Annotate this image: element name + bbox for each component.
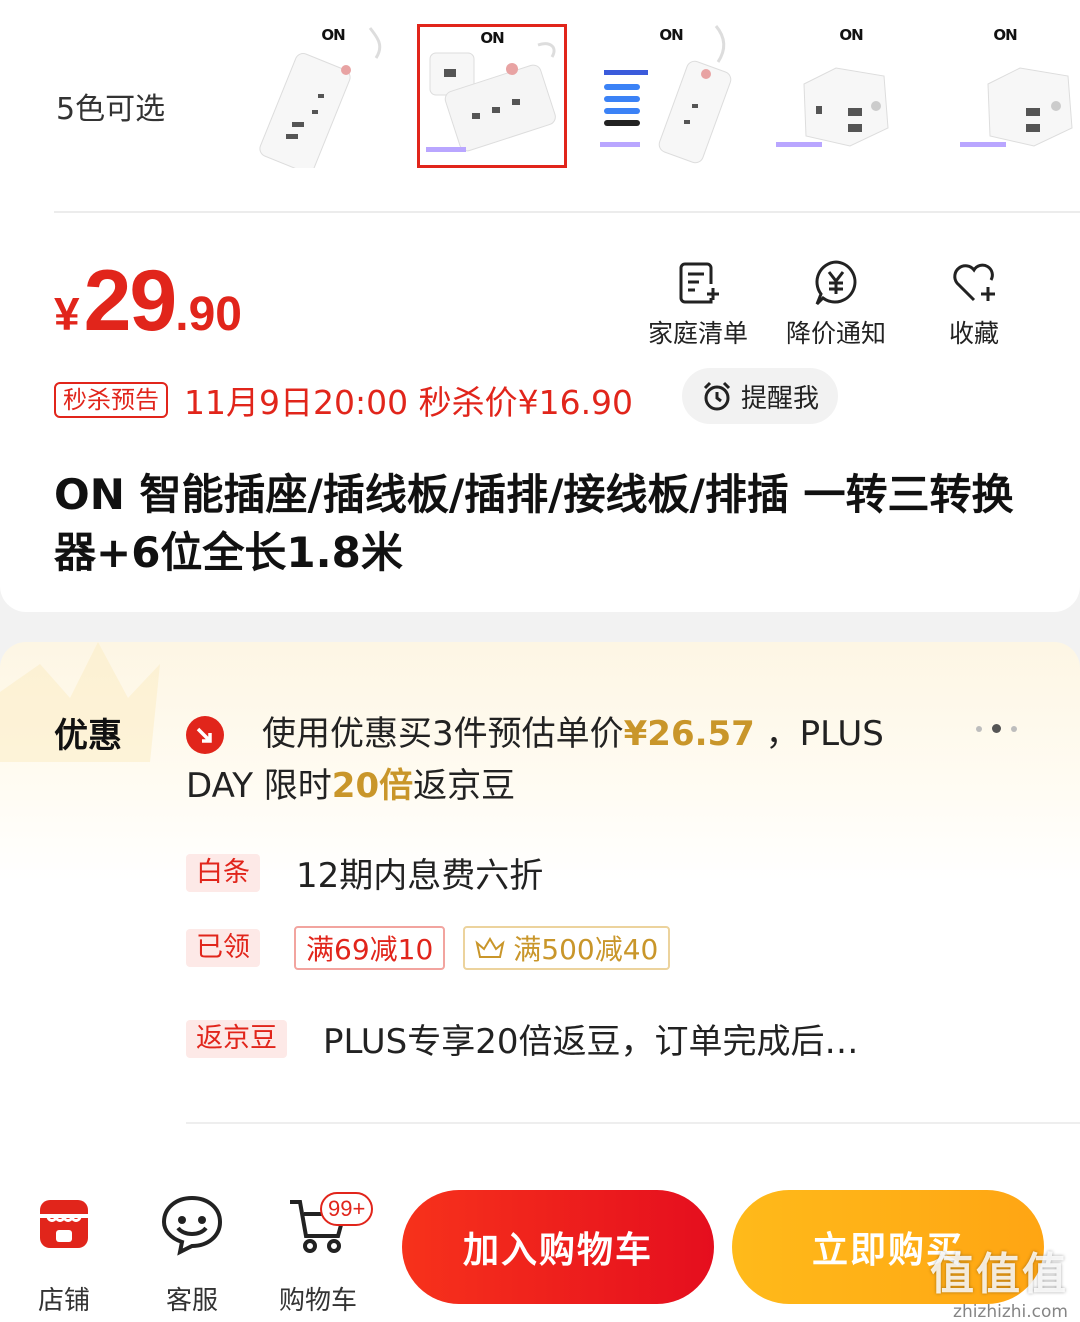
store-label: 店铺 [37, 1286, 90, 1316]
bottom-action-bar: 店铺 客服 99+ 购物车 加入购物车 立即购买 [0, 1170, 1080, 1322]
price-alert-label: 降价通知 [785, 319, 886, 348]
seckill-text: 11月9日20:00 秒杀价¥16.90 [184, 383, 634, 422]
seckill-tag: 秒杀预告 [54, 382, 168, 418]
power-strip-image [600, 25, 732, 164]
variant-thumb-3[interactable]: ON [596, 24, 746, 168]
coupon-500-40[interactable]: 满500减40 [463, 926, 671, 970]
promo-unit-price: ¥26.57 [623, 714, 755, 754]
seckill-preview: 秒杀预告 11月9日20:00 秒杀价¥16.90 [54, 376, 633, 424]
family-list-label: 家庭清单 [647, 319, 748, 348]
cube-socket-image [776, 67, 889, 147]
price-decimal: .90 [175, 288, 242, 341]
variant-thumb-5[interactable]: ON [930, 24, 1080, 168]
watermark-url: zhizhizhi.com [953, 1302, 1068, 1322]
remind-me-button[interactable]: 提醒我 [682, 368, 838, 424]
promotions-heading: 优惠 [54, 716, 122, 756]
add-to-cart-button[interactable]: 加入购物车 [402, 1190, 714, 1304]
claimed-coupons-row: 已领 满69减10 满500减40 [186, 926, 671, 970]
price: ¥ 29 .90 [54, 252, 242, 351]
promo-estimate-text[interactable]: 使用优惠买3件预估单价¥26.57 ，PLUS DAY 限时20倍返京豆 [186, 708, 956, 812]
coupon-500-40-label: 满500减40 [513, 933, 659, 966]
crown-icon [475, 937, 505, 958]
power-strip-image [259, 27, 382, 168]
price-integer: 29 [83, 253, 178, 349]
carousel-dot [976, 725, 982, 732]
claimed-badge: 已领 [186, 929, 260, 967]
carousel-indicator [976, 724, 1017, 733]
remind-me-label: 提醒我 [740, 383, 819, 414]
cart-tab[interactable]: 99+ 购物车 [268, 1192, 374, 1317]
favorite-button[interactable]: 收藏 [914, 258, 1034, 350]
product-title: ON 智能插座/插线板/插排/接线板/排插 一转三转换器+6位全长1.8米 [54, 470, 1014, 577]
favorite-label: 收藏 [948, 319, 999, 348]
store-icon [40, 1200, 88, 1248]
price-alert-button[interactable]: 降价通知 [776, 258, 896, 350]
variant-thumb-2[interactable]: ON [417, 24, 567, 168]
chat-service-icon [161, 1195, 223, 1256]
cart-label: 购物车 [278, 1286, 357, 1316]
baitiao-badge: 白条 [186, 853, 260, 892]
store-tab[interactable]: 店铺 [14, 1192, 114, 1317]
promo-text-c: 返京豆 [413, 766, 516, 806]
variant-count-label: 5色可选 [56, 92, 166, 127]
variant-thumb-1[interactable]: ON [258, 24, 408, 168]
product-info-card: 5色可选 ON ON ON ON ON ¥ 29 .90 家庭清单 降价通知 收… [0, 0, 1080, 612]
carousel-dot [1011, 725, 1017, 732]
list-add-icon [679, 262, 719, 304]
watermark-logo: 值值值 [930, 1249, 1068, 1300]
promo-multiplier: 20倍 [331, 766, 414, 806]
service-tab[interactable]: 客服 [142, 1192, 242, 1317]
divider [186, 1122, 1080, 1124]
site-watermark: 值值值 zhizhizhi.com [930, 1238, 1068, 1322]
jingdou-text: PLUS专享20倍返豆，订单完成后… [323, 1022, 859, 1062]
price-currency: ¥ [54, 288, 80, 340]
cube-socket-image [960, 67, 1073, 147]
heart-add-icon [953, 263, 995, 302]
cart-count-badge: 99+ [320, 1192, 374, 1226]
jingdou-badge: 返京豆 [186, 1019, 287, 1058]
divider [54, 211, 1080, 213]
coupon-69-10[interactable]: 满69减10 [294, 926, 446, 970]
baitiao-text: 12期内息费六折 [296, 856, 544, 896]
family-list-button[interactable]: 家庭清单 [638, 258, 758, 350]
jingdou-row[interactable]: 返京豆 PLUS专享20倍返豆，订单完成后… [186, 1014, 858, 1063]
power-strip-image [426, 42, 556, 152]
baitiao-row[interactable]: 白条 12期内息费六折 [186, 848, 543, 897]
price-alert-icon [815, 260, 857, 306]
alarm-clock-icon [703, 381, 731, 411]
carousel-dot-active [992, 724, 1001, 733]
variant-thumb-4[interactable]: ON [776, 24, 926, 168]
service-label: 客服 [165, 1286, 218, 1316]
promo-text-a: 使用优惠买3件预估单价 [262, 714, 624, 754]
